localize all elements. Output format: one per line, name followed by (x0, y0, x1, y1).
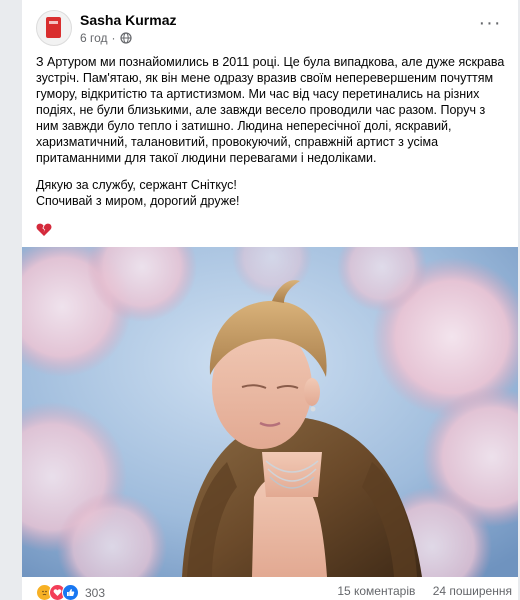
reaction-count: 303 (85, 585, 106, 600)
post-header: Sasha Kurmaz 6 год · ··· (36, 10, 508, 50)
shares-link[interactable]: 24 поширення (433, 584, 512, 598)
post-paragraph: З Артуром ми познайомились в 2011 році. … (36, 55, 505, 165)
post-meta: 6 год · (80, 31, 132, 45)
more-options-icon[interactable]: ··· (476, 13, 504, 36)
post-card: Sasha Kurmaz 6 год · ··· З Артуром ми по… (22, 0, 518, 600)
comments-link[interactable]: 15 коментарів (337, 584, 415, 598)
reactions-summary[interactable]: 303 (36, 584, 105, 600)
closing-line-2: Спочивай з миром, дорогий друже! (36, 194, 240, 208)
author-name[interactable]: Sasha Kurmaz (80, 12, 176, 28)
post-photo[interactable] (22, 247, 518, 577)
globe-icon[interactable] (119, 32, 132, 44)
meta-separator: · (111, 31, 116, 45)
post-body: З Артуром ми познайомились в 2011 році. … (36, 54, 506, 209)
closing-line-1: Дякую за службу, сержант Сніткус! (36, 178, 237, 192)
avatar-book-graphic (46, 17, 61, 38)
portrait-photo (22, 247, 518, 577)
engagement-links: 15 коментарів 24 поширення (323, 584, 512, 598)
like-icon (62, 584, 79, 600)
post-footer: 303 15 коментарів 24 поширення (22, 578, 518, 600)
avatar[interactable] (36, 10, 72, 46)
post-time[interactable]: 6 год (80, 31, 108, 45)
broken-heart-icon (36, 223, 52, 236)
